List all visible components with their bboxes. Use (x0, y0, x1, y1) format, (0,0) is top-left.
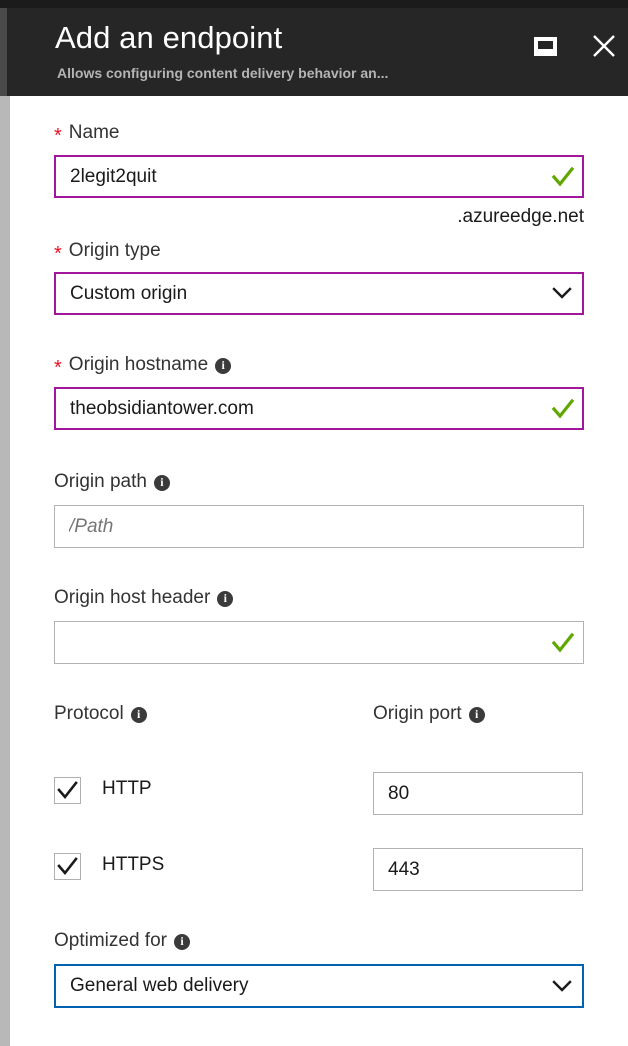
origin-type-label: * Origin type (54, 240, 161, 265)
protocol-https-label[interactable]: HTTPS (102, 854, 164, 876)
optimized-for-value: General web delivery (70, 975, 249, 996)
close-button[interactable] (585, 28, 623, 64)
origin-hostname-label: * Origin hostname (54, 354, 232, 379)
origin-port-info-icon[interactable] (468, 706, 485, 723)
blade-header: Add an endpoint Allows configuring conte… (7, 8, 628, 96)
optimized-for-select[interactable]: General web delivery (54, 964, 584, 1008)
protocol-http-label[interactable]: HTTP (102, 778, 152, 800)
maximize-button[interactable] (526, 28, 564, 64)
optimized-for-label-text: Optimized for (54, 930, 167, 951)
origin-host-header-input[interactable] (54, 621, 584, 664)
origin-path-input[interactable] (54, 505, 584, 548)
name-required-marker: * (54, 125, 62, 147)
origin-type-value: Custom origin (70, 282, 188, 304)
close-icon (593, 35, 615, 57)
chevron-down-icon (542, 287, 582, 300)
origin-path-label: Origin path (54, 471, 170, 493)
blade-left-edge (0, 8, 7, 96)
origin-host-header-label: Origin host header (54, 587, 234, 609)
optimized-for-label: Optimized for (54, 930, 190, 952)
origin-path-label-text: Origin path (54, 471, 147, 492)
endpoint-form: * Name .azureedge.net * Origin type Cust… (10, 96, 628, 1046)
protocol-https-checkbox[interactable] (54, 853, 81, 880)
origin-hostname-info-icon[interactable] (215, 357, 232, 374)
page-subtitle: Allows configuring content delivery beha… (57, 65, 389, 81)
protocol-info-icon[interactable] (130, 706, 147, 723)
origin-type-label-text: Origin type (68, 240, 161, 261)
protocol-label: Protocol (54, 703, 147, 725)
protocol-label-text: Protocol (54, 703, 124, 724)
name-domain-suffix: .azureedge.net (457, 206, 584, 227)
origin-port-https-input[interactable] (373, 848, 583, 891)
name-label-text: Name (68, 122, 120, 143)
origin-port-label-text: Origin port (373, 703, 462, 724)
page-title: Add an endpoint (55, 20, 283, 55)
optimized-for-info-icon[interactable] (173, 933, 190, 950)
origin-port-label: Origin port (373, 703, 485, 725)
protocol-http-checkbox[interactable] (54, 777, 81, 804)
origin-port-http-input[interactable] (373, 772, 583, 815)
window-top-edge (0, 0, 628, 8)
checkmark-icon (57, 781, 78, 800)
blade-scrollbar-track[interactable] (0, 96, 10, 1046)
checkmark-icon (57, 857, 78, 876)
chevron-down-icon (542, 979, 582, 993)
name-label: * Name (54, 122, 120, 147)
maximize-icon (533, 36, 557, 56)
origin-type-required-marker: * (54, 243, 62, 265)
origin-type-select[interactable]: Custom origin (54, 272, 584, 315)
origin-path-info-icon[interactable] (153, 474, 170, 491)
origin-hostname-label-text: Origin hostname (68, 354, 209, 375)
name-input[interactable] (54, 155, 584, 198)
origin-host-header-label-text: Origin host header (54, 587, 211, 608)
origin-host-header-info-icon[interactable] (217, 590, 234, 607)
origin-hostname-required-marker: * (54, 357, 62, 379)
origin-hostname-input[interactable] (54, 387, 584, 430)
